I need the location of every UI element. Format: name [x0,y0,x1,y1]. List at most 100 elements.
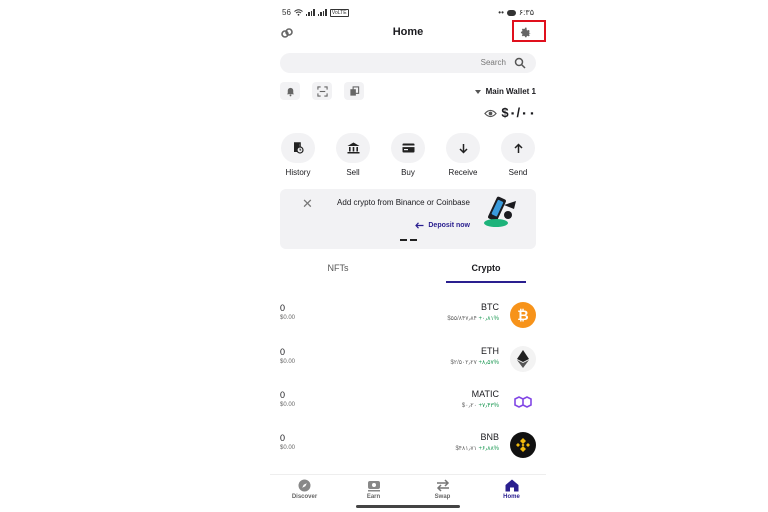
asset-change: +۸٫۵۷% [478,360,499,366]
ethereum-icon [510,346,536,372]
phone-screen: 56 VoLTE •• ۶:۳۵ Home Search Main Wallet… [270,0,546,512]
wifi-icon [294,9,303,16]
buy-button[interactable]: Buy [386,133,430,177]
asset-price-value: $۵۵/۸۴۷٫۸۴ [447,316,477,322]
history-circle [281,133,315,163]
balance-value: $۰/۰۰ [501,105,536,120]
page-title: Home [392,26,424,38]
asset-price: $۲/۵۰۲٫۲۷ +۸٫۵۷% [451,359,499,366]
buy-circle [391,133,425,163]
volte-badge: VoLTE [329,8,349,17]
bank-icon [347,142,359,154]
arrow-down-icon [458,143,468,154]
asset-price: $۵۵/۸۴۷٫۸۴ +۰٫۸۱% [447,315,499,322]
battery-icon [506,9,516,16]
asset-usd: $0.00 [280,445,296,451]
dots-icon: •• [498,8,504,17]
asset-change: +۰٫۸۱% [478,316,499,322]
wallet-name: Main Wallet 1 [485,87,536,96]
deposit-now-label: Deposit now [428,222,470,229]
nav-label: Earn [366,494,381,500]
receive-label: Receive [448,168,478,177]
home-icon [505,479,518,492]
asset-price: $۰٫۲۰ +۷٫۴۳% [462,402,499,409]
asset-price-value: $۴۸۱٫۷۱ [455,446,477,452]
chevron-down-icon [474,89,481,94]
arrow-left-icon [415,222,424,229]
asset-usd: $0.00 [280,359,296,365]
asset-amount: 0 [280,390,286,400]
asset-price-value: $۲/۵۰۲٫۲۷ [450,360,477,366]
send-circle [501,133,535,163]
bottom-nav: Discover Earn Swap Home [270,474,546,505]
wallet-balance: $۰/۰۰ [484,105,536,121]
status-left-text: 56 [282,8,291,17]
scan-button[interactable] [312,82,332,100]
action-row: History Sell Buy Receive Send [276,133,540,177]
crypto-phone-illustration [484,196,516,227]
wallet-selector[interactable]: Main Wallet 1 [474,87,536,96]
asset-usd: $0.00 [280,402,296,408]
card-icon [402,143,414,153]
asset-amount: 0 [280,347,286,357]
asset-symbol: MATIC [471,389,499,399]
nav-label: Home [503,494,520,500]
app-bar: Home [270,20,546,44]
carousel-indicator [400,239,417,241]
polygon-icon [510,389,536,415]
tab-crypto[interactable]: Crypto [446,263,526,283]
sell-button[interactable]: Sell [331,133,375,177]
asset-amount: 0 [280,433,286,443]
history-label: History [285,168,311,177]
asset-amount: 0 [280,303,286,313]
scan-icon [316,85,328,97]
tab-nfts[interactable]: NFTs [308,263,368,273]
notification-button[interactable] [280,82,300,100]
arrow-up-icon [513,142,523,153]
earn-icon [367,481,380,492]
asset-price-value: $۰٫۲۰ [461,403,477,409]
compass-icon [298,479,311,492]
asset-change: +۷٫۴۳% [478,403,499,409]
nav-home[interactable]: Home [487,475,537,505]
asset-symbol: BNB [480,432,499,442]
asset-row-btc[interactable]: 0 $0.00 BTC $۵۵/۸۴۷٫۸۴ +۰٫۸۱% ₿ [280,301,536,331]
buy-label: Buy [401,168,415,177]
asset-row-matic[interactable]: 0 $0.00 MATIC $۰٫۲۰ +۷٫۴۳% [280,388,536,418]
nav-swap[interactable]: Swap [418,475,468,505]
asset-symbol: ETH [481,346,499,356]
nav-earn[interactable]: Earn [349,475,399,505]
bell-icon [286,87,294,96]
nav-discover[interactable]: Discover [280,475,330,505]
settings-highlight-box [512,20,546,42]
close-icon[interactable]: ✕ [302,196,313,212]
copy-button[interactable] [344,82,364,100]
receive-button[interactable]: Receive [441,133,485,177]
asset-price: $۴۸۱٫۷۱ +۶٫۸۸% [455,445,499,452]
promo-banner[interactable]: ✕ Add crypto from Binance or Coinbase De… [280,189,536,249]
asset-symbol: BTC [481,302,499,312]
sell-label: Sell [346,168,360,177]
send-label: Send [508,168,528,177]
nav-label: Discover [291,494,318,500]
receive-circle [446,133,480,163]
search-bar[interactable]: Search [280,53,536,73]
bitcoin-icon: ₿ [510,302,536,328]
copy-icon [349,85,359,96]
signal-icon-2 [317,9,327,16]
nav-label: Swap [434,494,451,500]
asset-usd: $0.00 [280,315,296,321]
tool-row [280,82,364,100]
send-button[interactable]: Send [496,133,540,177]
asset-change: +۶٫۸۸% [478,446,499,452]
sell-circle [336,133,370,163]
asset-row-bnb[interactable]: 0 $0.00 BNB $۴۸۱٫۷۱ +۶٫۸۸% [280,431,536,461]
deposit-now-link[interactable]: Deposit now [415,222,470,229]
history-icon [294,142,304,154]
asset-row-eth[interactable]: 0 $0.00 ETH $۲/۵۰۲٫۲۷ +۸٫۵۷% [280,345,536,375]
status-time: ۶:۳۵ [518,8,534,17]
banner-text: Add crypto from Binance or Coinbase [337,198,470,207]
eye-icon[interactable] [484,109,498,118]
history-button[interactable]: History [276,133,320,177]
search-placeholder: Search [480,58,506,67]
